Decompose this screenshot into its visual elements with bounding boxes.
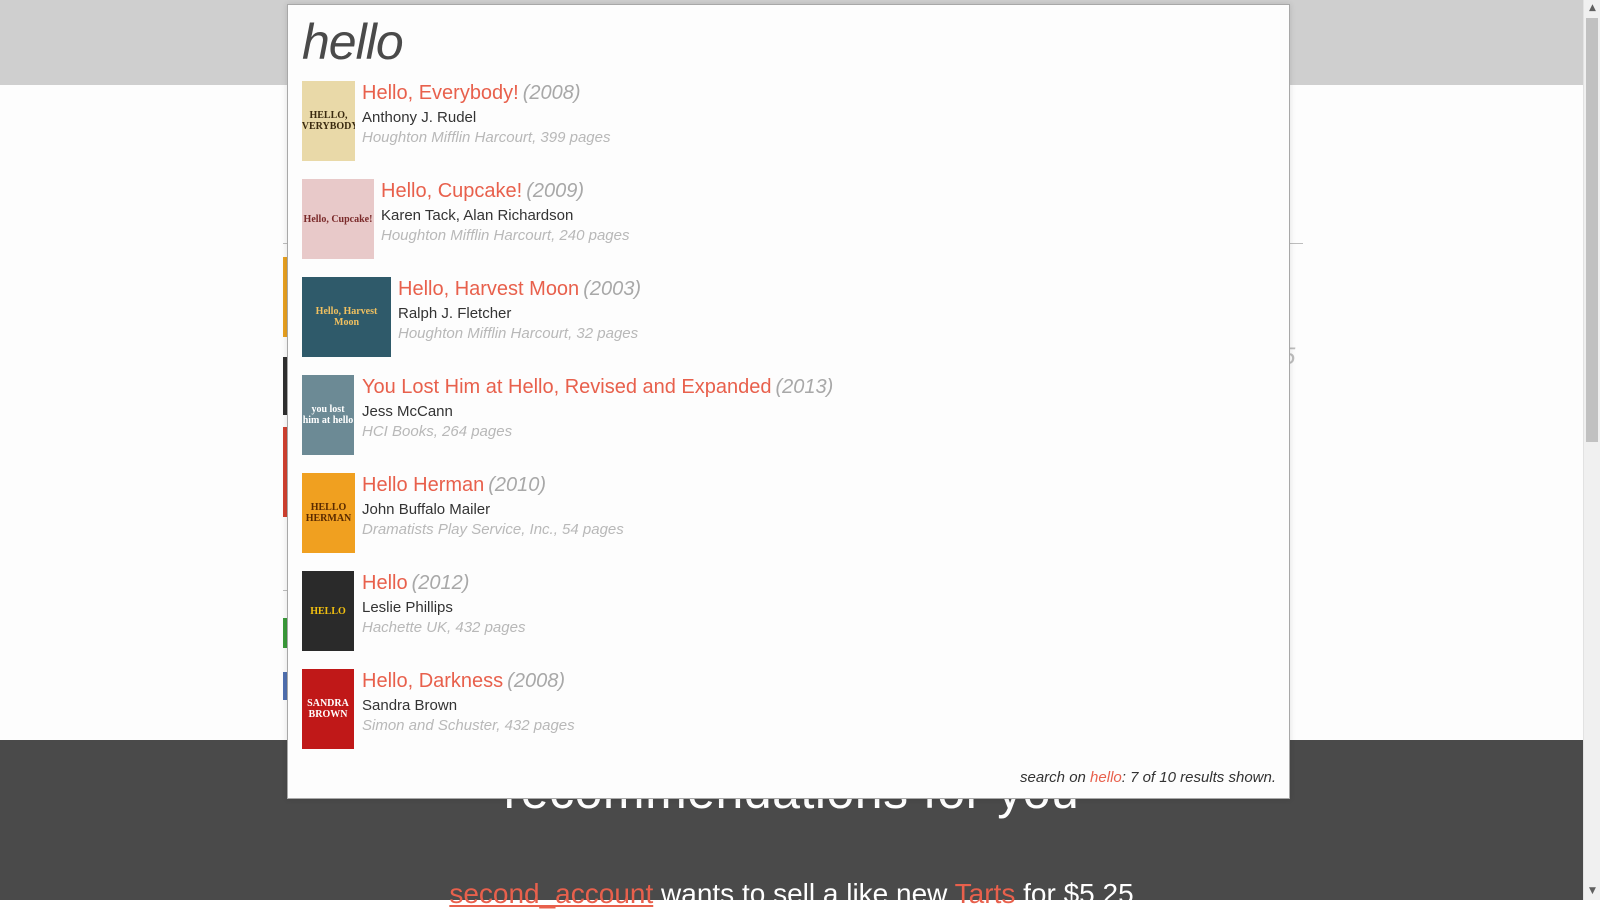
result-title-line: Hello, Harvest Moon (2003) [398, 277, 641, 301]
result-title-line: Hello Herman (2010) [362, 473, 624, 497]
result-publisher: Houghton Mifflin Harcourt, 240 pages [381, 227, 630, 244]
result-info: Hello, Harvest Moon (2003) Ralph J. Fletc… [398, 277, 641, 343]
book-cover[interactable]: Hello, Harvest Moon [302, 277, 391, 357]
result-info: You Lost Him at Hello, Revised and Expan… [362, 375, 833, 441]
result-author: Jess McCann [362, 403, 453, 420]
cover-text: Hello, Harvest Moon [315, 306, 378, 328]
result-title[interactable]: Hello, Cupcake! [381, 180, 522, 202]
result-year: (2010) [488, 474, 547, 496]
result-item[interactable]: HELLO Hello (2012) Leslie Phillips Hachet… [302, 571, 1262, 669]
scrollbar-thumb[interactable] [1586, 18, 1598, 442]
result-title[interactable]: Hello, Darkness [362, 670, 503, 692]
result-publisher: Houghton Mifflin Harcourt, 32 pages [398, 325, 639, 342]
book-cover[interactable]: HELLO, EVERYBODY! [302, 81, 355, 161]
recommendation-text: wants to sell a like new [653, 878, 955, 909]
cover-text: HELLO [310, 605, 346, 617]
book-cover[interactable]: you lost him at hello [302, 375, 354, 455]
result-title-line: Hello, Cupcake! (2009) [381, 179, 629, 203]
cover-text: HELLO HERMAN [305, 502, 352, 524]
result-publisher: Dramatists Play Service, Inc., 54 pages [362, 521, 624, 538]
result-info: Hello Herman (2010) John Buffalo Mailer D… [362, 473, 624, 539]
result-item[interactable]: HELLO HERMAN Hello Herman (2010) John Buf… [302, 473, 1262, 571]
vertical-scrollbar[interactable]: ▲ ▼ [1583, 0, 1600, 900]
result-author: Sandra Brown [362, 697, 458, 714]
result-title[interactable]: Hello, Everybody! [362, 82, 519, 104]
result-title-line: Hello, Everybody! (2008) [362, 81, 610, 105]
result-item[interactable]: Hello, Harvest Moon Hello, Harvest Moon(… [302, 277, 1262, 375]
result-info: Hello, Everybody! (2008) Anthony J. Rudel… [362, 81, 610, 147]
result-year: (2003) [583, 278, 641, 300]
result-year: (2013) [775, 376, 834, 398]
result-title[interactable]: Hello, Harvest Moon [398, 278, 579, 300]
summary-suffix: : 7 of 10 results shown. [1121, 769, 1276, 786]
cover-text: Hello, Cupcake! [303, 213, 373, 225]
result-author: Leslie Phillips [362, 599, 453, 616]
result-title[interactable]: You Lost Him at Hello, Revised and Expan… [362, 376, 772, 398]
book-cover[interactable]: SANDRA BROWN [302, 669, 354, 749]
book-cover[interactable]: Hello, Cupcake! [302, 179, 374, 259]
result-item[interactable]: Hello, Cupcake! Hello, Cupcake! (2009) Ka… [302, 179, 1262, 277]
book-link[interactable]: Tarts [955, 878, 1016, 909]
cover-text: SANDRA BROWN [307, 698, 349, 720]
results-summary: search on hello: 7 of 10 results shown. [1020, 769, 1276, 786]
result-info: Hello, Cupcake! (2009) Karen Tack, Alan R… [381, 179, 629, 245]
recommendation-price: for $5.25 [1015, 878, 1134, 909]
result-publisher: Houghton Mifflin Harcourt, 399 pages [362, 129, 611, 146]
result-item[interactable]: HELLO, EVERYBODY! Hello, Everybody!(2008… [302, 81, 1262, 179]
cover-text: HELLO, EVERYBODY! [302, 110, 355, 132]
search-query[interactable]: hello [302, 13, 404, 71]
result-title[interactable]: Hello [362, 572, 408, 594]
up-arrow-icon[interactable]: ▲ [1584, 0, 1600, 17]
summary-prefix: search on [1020, 769, 1091, 786]
cover-text: you lost him at hello [302, 404, 354, 426]
result-year: (2008) [507, 670, 565, 692]
result-author: Ralph J. Fletcher [398, 305, 512, 322]
book-cover[interactable]: HELLO [302, 571, 354, 651]
result-publisher: Hachette UK, 432 pages [362, 619, 526, 636]
result-author: John Buffalo Mailer [362, 501, 491, 518]
result-publisher: Simon and Schuster, 432 pages [362, 717, 575, 734]
recommendation-line: second_account wants to sell a like new … [0, 878, 1583, 910]
down-arrow-icon[interactable]: ▼ [1584, 883, 1600, 900]
results-list: HELLO, EVERYBODY! Hello, Everybody!(2008… [302, 81, 1262, 767]
result-info: Hello, Darkness (2008) Sandra Brown Simon… [362, 669, 575, 735]
result-year: (2008) [522, 82, 581, 104]
seller-link[interactable]: second_account [449, 878, 653, 909]
result-title-line: Hello (2012) [362, 571, 525, 595]
result-author: Anthony J. Rudel [362, 109, 477, 126]
result-title[interactable]: Hello Herman [362, 474, 484, 496]
result-title-line: You Lost Him at Hello, Revised and Expan… [362, 375, 833, 399]
result-author: Karen Tack, Alan Richardson [381, 207, 574, 224]
result-year: (2012) [411, 572, 470, 594]
result-title-line: Hello, Darkness (2008) [362, 669, 575, 693]
result-item[interactable]: SANDRA BROWN Hello, Darkness (2008) Sandr… [302, 669, 1262, 767]
book-cover[interactable]: HELLO HERMAN [302, 473, 355, 553]
result-year: (2009) [526, 180, 584, 202]
search-results-overlay: hello HELLO, EVERYBODY! Hello, Everybody… [287, 4, 1290, 799]
result-publisher: HCI Books, 264 pages [362, 423, 513, 440]
summary-query-link[interactable]: hello [1090, 769, 1122, 786]
result-item[interactable]: you lost him at hello You Lost Him at He… [302, 375, 1262, 473]
result-info: Hello (2012) Leslie Phillips Hachette UK,… [362, 571, 525, 637]
